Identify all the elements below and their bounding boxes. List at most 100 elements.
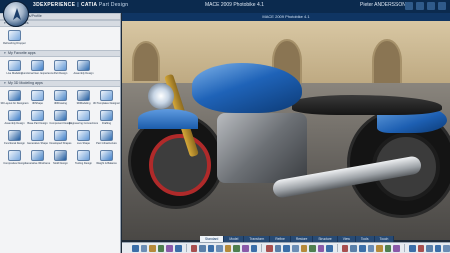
app-tile-label: Part Design <box>53 72 68 75</box>
app-tile[interactable]: Engineering Connections <box>69 109 98 129</box>
app-tile[interactable]: Part Infrastructure <box>95 129 118 149</box>
toolbar-tool-icon[interactable] <box>174 244 182 252</box>
functional-icon <box>31 60 44 71</box>
toolbar-tool-icon[interactable] <box>157 244 165 252</box>
app-tile-label: 3DShape <box>32 102 43 105</box>
drawing-icon <box>54 90 67 101</box>
app-tile-label: Developed Shapes <box>49 142 72 145</box>
app-tile[interactable]: Functional Design <box>3 129 26 149</box>
refresh-icon <box>8 30 21 41</box>
app-grid: Refreshing Dropper <box>0 27 120 50</box>
top-right-icons <box>405 2 446 10</box>
toolbar-tool-icon[interactable] <box>224 244 232 252</box>
app-tile[interactable]: Part Design <box>49 59 72 79</box>
toolbar-tool-icon[interactable] <box>376 244 383 252</box>
app-tile-label: Assembly Design <box>4 122 25 125</box>
help-icon[interactable] <box>427 2 435 10</box>
app-tile[interactable]: Functional Gen. Experience <box>22 59 54 79</box>
toolbar-tool-icon[interactable] <box>199 244 206 252</box>
drafting-icon <box>100 110 113 121</box>
app-tile-label: Functional Design <box>4 142 25 145</box>
toolbar-tool-icon[interactable] <box>326 244 333 252</box>
developed-icon <box>54 130 67 141</box>
section-header[interactable]: ▾ My Favorite apps <box>0 50 120 57</box>
toolbar-tool-icon[interactable] <box>417 244 425 252</box>
section-title: My Favorite apps <box>8 51 36 55</box>
app-tile[interactable]: 3DDrawing <box>49 89 72 109</box>
toolbar-tool-icon[interactable] <box>341 244 349 252</box>
toolbar-tool-icon[interactable] <box>207 244 215 252</box>
app-tile[interactable]: Refreshing Dropper <box>3 29 26 49</box>
close-icon[interactable] <box>438 2 446 10</box>
app-tile-label: Generative Shape <box>27 142 48 145</box>
toolbar-tool-icon[interactable] <box>367 244 375 252</box>
layout-icon <box>8 90 21 101</box>
notification-icon[interactable] <box>416 2 424 10</box>
toolbar-tool-icon[interactable] <box>140 244 148 252</box>
functional-design-icon <box>8 130 21 141</box>
app-tile-label: 3D Templates Designer <box>93 102 120 105</box>
toolbar-tool-icon[interactable] <box>393 244 401 252</box>
app-tile[interactable]: 3DShape <box>26 89 49 109</box>
toolbar-tool-icon[interactable] <box>149 244 156 252</box>
app-tile[interactable]: Drafting <box>95 109 118 129</box>
app-tile[interactable]: Base Part Design <box>26 109 49 129</box>
product-name: CATIA <box>80 2 98 8</box>
app-tile-label: Part Infrastructure <box>96 142 117 145</box>
section-header[interactable]: ▾ My 3D Modeling apps <box>0 80 120 87</box>
app-tile[interactable]: 3D Templates Designer <box>93 89 120 109</box>
arch-left <box>132 41 160 81</box>
toolbar-tool-icon[interactable] <box>274 244 282 252</box>
app-tile[interactable]: Assembly Design <box>72 59 95 79</box>
product-suffix: Part Design <box>98 2 129 8</box>
toolbar-tool-icon[interactable] <box>426 244 433 252</box>
app-tile-label: Tooling Design <box>74 162 92 165</box>
app-tile[interactable]: 3D Layout for Designers <box>1 89 29 109</box>
toolbar-tool-icon[interactable] <box>434 244 442 252</box>
app-tile-label: Generative Wireframe <box>24 162 51 165</box>
user-name[interactable]: Pieter ANDERSSON <box>360 2 406 8</box>
toolbar-tool-icon[interactable] <box>291 244 299 252</box>
toolbar-tool-icon[interactable] <box>408 244 416 252</box>
app-tile[interactable]: Developed Shapes <box>49 129 72 149</box>
toolbar-tool-icon[interactable] <box>300 244 308 252</box>
toolbar-tool-icon[interactable] <box>250 244 258 252</box>
compass-icon[interactable] <box>3 1 29 27</box>
app-tile[interactable]: Generative Shape <box>26 129 49 149</box>
toolbar-tool-icon[interactable] <box>266 244 273 252</box>
toolbar-tool-icon[interactable] <box>166 244 173 252</box>
share-icon[interactable] <box>405 2 413 10</box>
toolbar-separator <box>185 244 187 252</box>
app-tile[interactable]: Assembly Design <box>3 109 26 129</box>
app-tile[interactable]: Live Modeling <box>3 59 26 79</box>
app-tile[interactable]: Generative Wireframe <box>24 149 51 169</box>
toolbar-tool-icon[interactable] <box>359 244 366 252</box>
toolbar-tool-icon[interactable] <box>384 244 392 252</box>
app-tile[interactable]: Live Shape <box>72 129 95 149</box>
toolbar-tool-icon[interactable] <box>216 244 223 252</box>
app-tile-label: 3DModeling <box>76 102 91 105</box>
app-tile-label: Base Part Design <box>27 122 48 125</box>
component-icon <box>54 110 67 121</box>
toolbar-tool-icon[interactable] <box>233 244 241 252</box>
app-tile[interactable]: Component Design <box>49 109 72 129</box>
section-title: My 3D Modeling apps <box>8 81 43 85</box>
toolbar-tool-icon[interactable] <box>317 244 325 252</box>
toolbar-tool-icon[interactable] <box>283 244 290 252</box>
app-tile[interactable]: 3DModeling <box>72 89 95 109</box>
weight-icon <box>100 150 113 161</box>
action-bar <box>122 242 450 253</box>
top-bar: 3DEXPERIENCE | CATIA Part Design MACE 2009… <box>0 0 450 13</box>
app-tile[interactable]: Composites Design <box>3 149 26 169</box>
toolbar-tool-icon[interactable] <box>309 244 316 252</box>
toolbar-tool-icon[interactable] <box>443 244 450 252</box>
app-tile[interactable]: Tooling Design <box>72 149 95 169</box>
app-tile[interactable]: Mold Design <box>49 149 72 169</box>
toolbar-tool-icon[interactable] <box>350 244 358 252</box>
infrastructure-icon <box>100 130 113 141</box>
3d-viewport[interactable]: MACE 2009 Photobike 4.1 <box>122 13 450 240</box>
toolbar-tool-icon[interactable] <box>190 244 198 252</box>
toolbar-tool-icon[interactable] <box>132 244 139 252</box>
app-tile[interactable]: Weight & Balance <box>95 149 118 169</box>
toolbar-tool-icon[interactable] <box>242 244 249 252</box>
